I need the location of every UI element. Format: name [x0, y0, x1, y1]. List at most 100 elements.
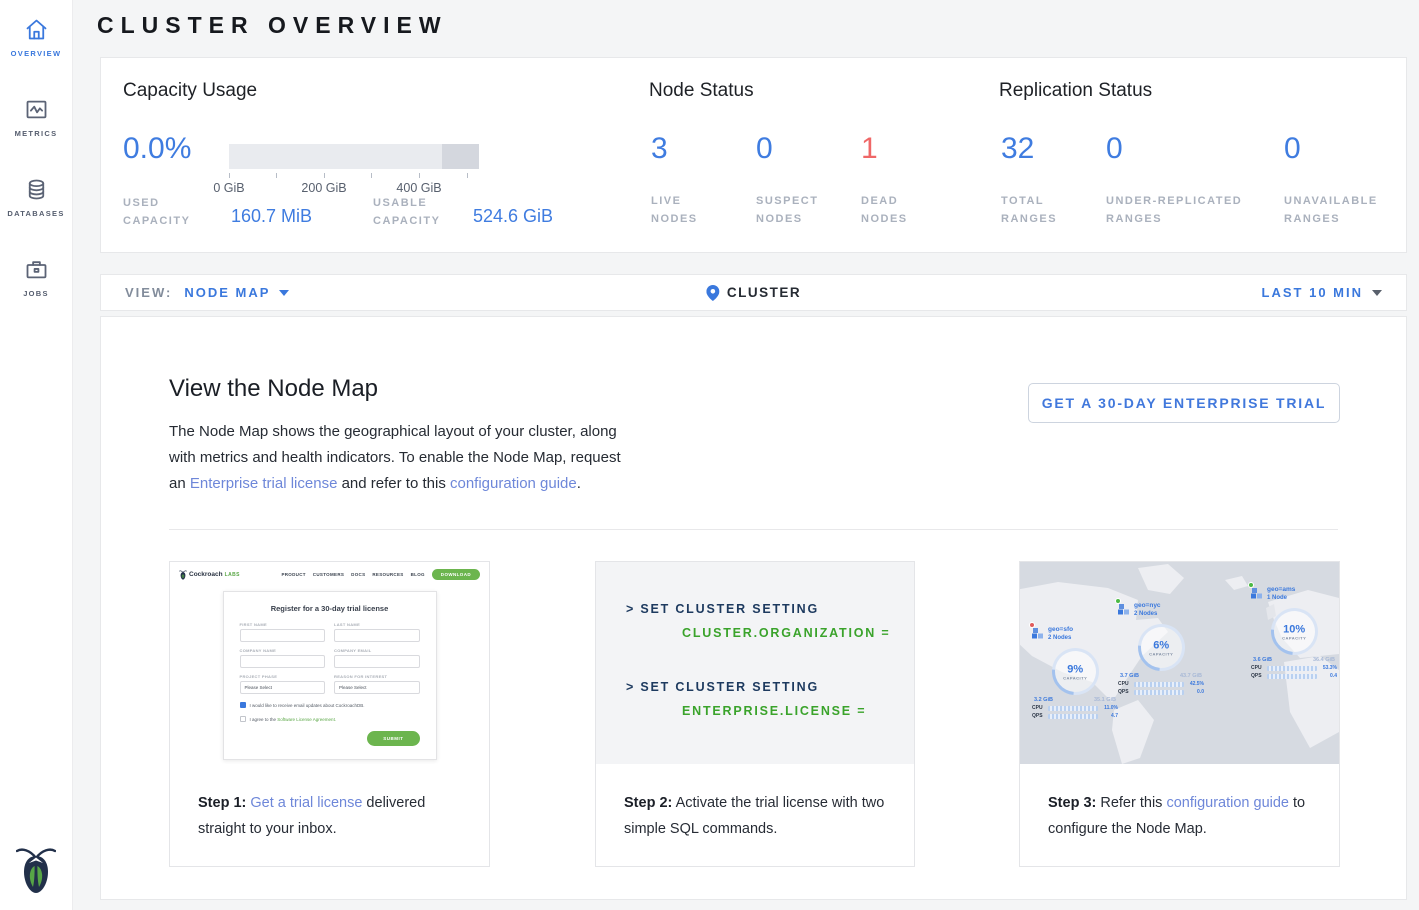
home-icon [23, 16, 50, 43]
sidebar: OVERVIEW METRICS DATABASES JOBS [0, 0, 73, 910]
unavailable-ranges-label: UNAVAILABLE RANGES [1284, 192, 1396, 228]
sidebar-item-databases[interactable]: DATABASES [0, 176, 72, 218]
checkbox-checked-icon [240, 702, 246, 708]
minisite-nav-item: RESOURCES [372, 572, 403, 577]
sidebar-item-label: JOBS [0, 289, 72, 298]
qps-label: QPS [1118, 689, 1131, 695]
get-enterprise-trial-button[interactable]: GET A 30-DAY ENTERPRISE TRIAL [1028, 383, 1340, 423]
sidebar-item-label: DATABASES [0, 209, 72, 218]
qps-value: 4.7 [1101, 713, 1118, 719]
get-trial-license-link[interactable]: Get a trial license [250, 795, 362, 811]
configuration-guide-link[interactable]: configuration guide [1166, 795, 1289, 811]
checkbox-label-text: I agree to the [250, 717, 278, 722]
sql-command-1: > SET CLUSTER SETTING [626, 602, 819, 616]
chevron-down-icon [1372, 290, 1382, 296]
cpu-label: CPU [1032, 705, 1045, 711]
locality-label: CLUSTER [727, 285, 801, 300]
minisite-nav-item: CUSTOMERS [313, 572, 344, 577]
step3-prefix: Step 3: [1048, 795, 1096, 811]
locality-nodes: 1 Node [1267, 594, 1295, 602]
registration-page-thumbnail: Cockroach LABS PRODUCT CUSTOMERS DOCS RE… [170, 562, 489, 764]
company-email-field [334, 655, 420, 668]
field-label: COMPANY NAME [240, 648, 326, 653]
suspect-nodes-value: 0 [756, 132, 773, 166]
cpu-value: 11.0% [1101, 705, 1118, 711]
step3-caption: Step 3: Refer this configuration guide t… [1020, 764, 1339, 842]
sidebar-item-label: OVERVIEW [0, 49, 72, 58]
tick-label-0: 0 GiB [213, 181, 244, 195]
cpu-label: CPU [1251, 665, 1264, 671]
minisite-brand-name: Cockroach [189, 571, 223, 578]
minisite-register-form: Register for a 30-day trial license FIRS… [223, 591, 437, 760]
capacity-label: CAPACITY [1063, 675, 1087, 680]
suspect-nodes-label: SUSPECT NODES [756, 192, 828, 228]
capacity-percent: 0.0% [123, 132, 191, 166]
field-label: PROJECT PHASE [240, 674, 326, 679]
minisite-nav: PRODUCT CUSTOMERS DOCS RESOURCES BLOG DO… [281, 569, 480, 580]
capacity-bar-ticks [229, 173, 479, 179]
time-range-value: LAST 10 MIN [1262, 285, 1363, 300]
locality-bubble-sfo: geo=sfo 2 Nodes 9% CAPACITY 3.2 GiB 35.1… [1032, 626, 1118, 719]
configuration-guide-link[interactable]: configuration guide [450, 475, 577, 492]
first-name-field [240, 629, 326, 642]
reason-select: Please Select [334, 681, 420, 694]
minisite-nav-item: BLOG [411, 572, 425, 577]
qps-meter [1048, 714, 1098, 719]
step1-card: Cockroach LABS PRODUCT CUSTOMERS DOCS RE… [169, 561, 490, 867]
total-ranges-value: 32 [1001, 132, 1034, 166]
last-name-field [334, 629, 420, 642]
capacity-bar-chart: 0 GiB 200 GiB 400 GiB [229, 144, 479, 196]
minisite-download-button: DOWNLOAD [432, 569, 480, 580]
sql-arg-2: ENTERPRISE.LICENSE = [682, 704, 866, 718]
description-text: . [577, 475, 581, 492]
locality-breadcrumb: CLUSTER [706, 285, 801, 301]
minisite-nav-item: PRODUCT [281, 572, 305, 577]
field-label: FIRST NAME [240, 622, 326, 627]
used-capacity-value: 160.7 MiB [231, 206, 312, 227]
used-gib: 3.2 GiB [1034, 697, 1053, 703]
capacity-percent: 6% [1149, 639, 1173, 651]
cpu-meter [1134, 682, 1184, 687]
sidebar-item-overview[interactable]: OVERVIEW [0, 16, 72, 58]
description-text: and refer to this [337, 475, 450, 492]
company-name-field [240, 655, 326, 668]
cockroachdb-logo [16, 845, 56, 900]
used-gib: 3.7 GiB [1120, 673, 1139, 679]
capacity-ring: 6% CAPACITY [1128, 614, 1194, 680]
minisite-nav-item: DOCS [351, 572, 365, 577]
dead-nodes-value: 1 [861, 132, 878, 166]
view-toolbar: VIEW: NODE MAP CLUSTER LAST 10 MIN [100, 274, 1407, 311]
sidebar-item-metrics[interactable]: METRICS [0, 96, 72, 138]
sql-arg-1: CLUSTER.ORGANIZATION = [682, 626, 890, 640]
tick-label-400: 400 GiB [396, 181, 441, 195]
field-label: COMPANY EMAIL [334, 648, 420, 653]
cluster-summary-panel: Capacity Usage 0.0% 0 GiB 200 GiB 400 Gi… [100, 57, 1407, 253]
locality-name: geo=sfo [1048, 626, 1073, 634]
node-map-heading: View the Node Map [169, 375, 378, 403]
license-agreement-checkbox-row: I agree to the Software License Agreemen… [240, 716, 420, 722]
cpu-meter [1267, 666, 1317, 671]
capacity-ring: 9% CAPACITY [1042, 638, 1108, 704]
enterprise-trial-license-link[interactable]: Enterprise trial license [190, 475, 338, 492]
node-cubes-icon [1251, 586, 1263, 604]
node-status-title: Node Status [649, 80, 754, 102]
cockroach-bug-icon [179, 570, 187, 580]
time-range-dropdown[interactable]: LAST 10 MIN [1262, 285, 1382, 300]
cpu-meter [1048, 706, 1098, 711]
usable-capacity-value: 524.6 GiB [473, 206, 553, 227]
locality-nodes: 2 Nodes [1048, 634, 1073, 642]
sql-command-2: > SET CLUSTER SETTING [626, 680, 819, 694]
capacity-label: CAPACITY [1282, 635, 1306, 640]
metrics-chart-icon [23, 96, 50, 123]
capacity-ring: 10% CAPACITY [1261, 598, 1327, 664]
qps-label: QPS [1251, 673, 1264, 679]
step2-prefix: Step 2: [624, 795, 672, 811]
cpu-label: CPU [1118, 681, 1131, 687]
license-agreement-link: Software License Agreement. [277, 717, 336, 722]
sidebar-item-jobs[interactable]: JOBS [0, 256, 72, 298]
under-replicated-ranges-label: UNDER-REPLICATED RANGES [1106, 192, 1276, 228]
briefcase-icon [23, 256, 50, 283]
view-selector-dropdown[interactable]: NODE MAP [184, 285, 289, 300]
locality-bubble-nyc: geo=nyc 2 Nodes 6% CAPACITY 3.7 GiB 43.7… [1118, 602, 1204, 695]
capacity-percent: 10% [1282, 623, 1306, 635]
